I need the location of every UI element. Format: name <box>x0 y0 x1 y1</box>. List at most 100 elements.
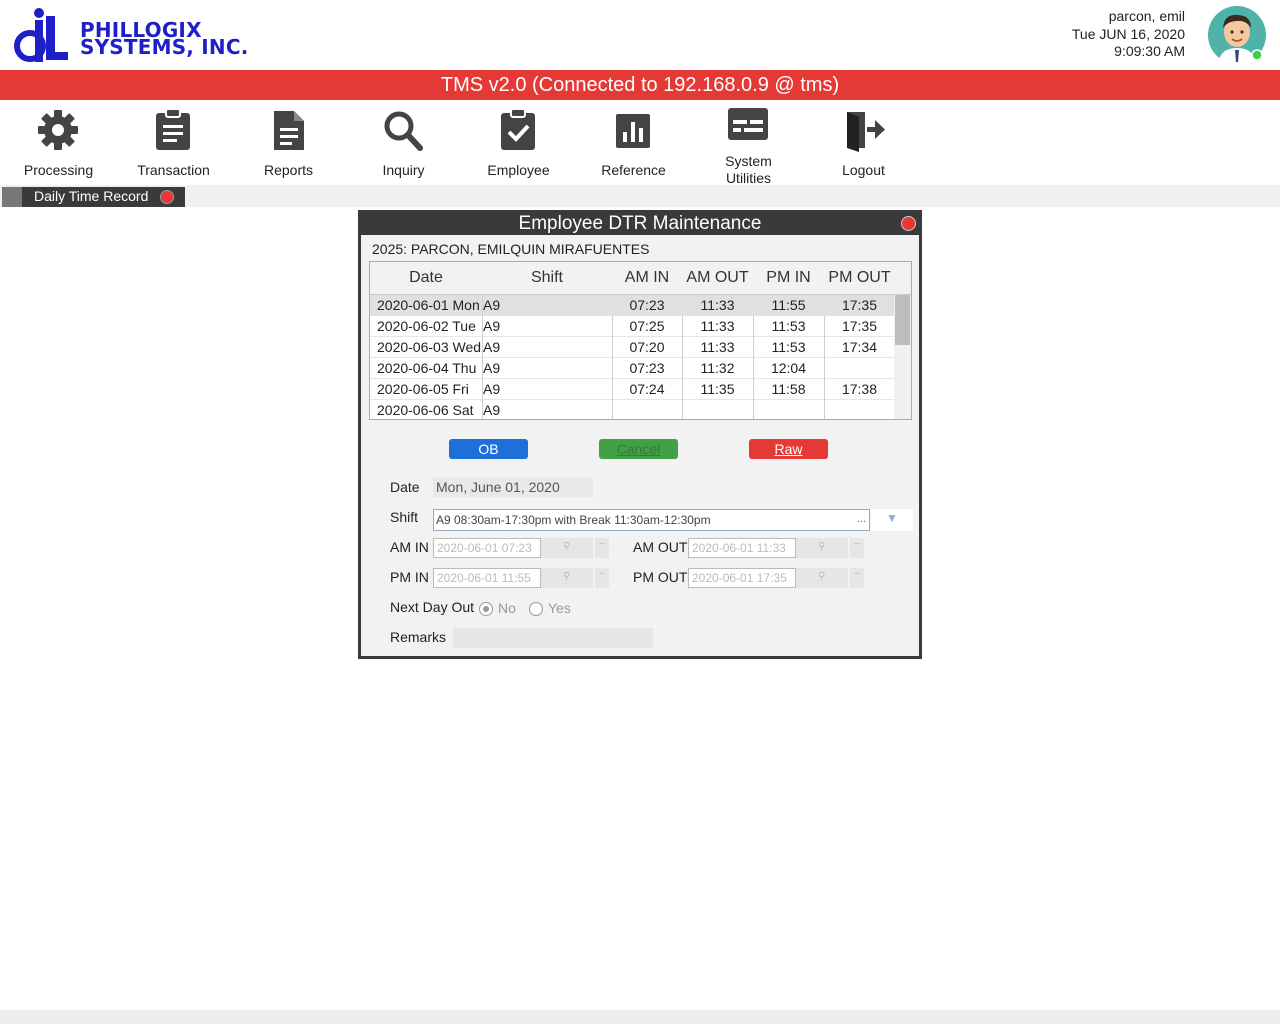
logo-mark-icon <box>14 8 68 62</box>
pm-out-picker[interactable]: ⚲ <box>796 568 848 588</box>
employee-dtr-dialog: Employee DTR Maintenance 2025: PARCON, E… <box>358 210 922 659</box>
raw-button[interactable]: Raw <box>749 439 828 459</box>
toolbar-label: Reports <box>263 162 314 178</box>
table-cell-shift: A9 <box>483 381 501 397</box>
user-info: parcon, emil Tue JUN 16, 2020 9:09:30 AM <box>1072 8 1185 61</box>
column-header[interactable]: Date <box>370 269 482 287</box>
table-cell-am-out: 11:33 <box>700 297 735 313</box>
next-day-yes-radio[interactable] <box>529 602 543 616</box>
toolbar-logout-button[interactable]: Logout <box>806 100 921 185</box>
dialog-title: Employee DTR Maintenance <box>361 213 919 235</box>
dtr-table: Date Shift AM IN AM OUT PM IN PM OUT 202… <box>369 261 912 420</box>
chevron-down-icon: ▼ <box>886 511 898 525</box>
table-cell-date: 2020-06-06 Sat <box>377 402 474 418</box>
table-cell-am-in: 07:23 <box>629 297 665 313</box>
table-row[interactable]: 2020-06-02 Tue A9 07:25 11:33 11:53 17:35 <box>370 316 894 337</box>
footer-bar <box>0 1010 1280 1024</box>
shift-dropdown[interactable]: ▼ <box>871 509 913 531</box>
toolbar-processing-button[interactable]: Processing <box>1 100 116 185</box>
shift-select[interactable]: A9 08:30am-17:30pm with Break 11:30am-12… <box>433 509 870 531</box>
cell-divider <box>824 358 825 379</box>
pm-in-picker[interactable]: ⚲ <box>541 568 593 588</box>
app-header: PHILLOGIX SYSTEMS, INC. parcon, emil Tue… <box>0 0 1280 70</box>
next-day-out-label: Next Day Out <box>390 599 475 615</box>
toolbar-reports-button[interactable]: Reports <box>231 100 346 185</box>
table-cell-am-out: 11:33 <box>700 339 735 355</box>
bar-chart-icon <box>616 114 650 148</box>
table-cell-shift: A9 <box>483 297 501 313</box>
column-header[interactable]: AM IN <box>612 269 682 287</box>
table-cell-date: 2020-06-03 Wed <box>377 339 482 355</box>
next-day-no-radio[interactable] <box>479 602 493 616</box>
pin-icon: ⚲ <box>563 571 571 582</box>
toolbar-reference-button[interactable]: Reference <box>576 100 691 185</box>
am-out-picker[interactable]: ⚲ <box>796 538 848 558</box>
am-in-picker[interactable]: ⚲ <box>541 538 593 558</box>
clipboard-check-icon <box>501 108 535 150</box>
close-icon[interactable] <box>160 190 174 204</box>
toolbar-label: Employee <box>487 162 550 178</box>
cell-divider <box>682 400 683 419</box>
date-field[interactable]: Mon, June 01, 2020 <box>433 477 593 497</box>
am-out-field[interactable]: 2020-06-01 11:33 <box>688 538 796 558</box>
tab-daily-time-record[interactable]: Daily Time Record <box>2 187 185 207</box>
remarks-input[interactable] <box>453 628 653 648</box>
exit-door-icon <box>847 112 885 152</box>
scrollbar-thumb[interactable] <box>895 295 910 345</box>
column-header[interactable]: AM OUT <box>682 269 753 287</box>
keyboard-icon <box>728 108 768 140</box>
table-cell-am-out: 11:33 <box>700 318 735 334</box>
current-time: 9:09:30 AM <box>1114 43 1185 59</box>
column-header[interactable]: PM IN <box>753 269 824 287</box>
user-name: parcon, emil <box>1108 8 1185 24</box>
column-header[interactable]: Shift <box>482 269 612 287</box>
pm-out-label: PM OUT <box>633 569 688 585</box>
pin-icon: ⚲ <box>818 571 826 582</box>
pm-in-clear[interactable]: – <box>595 568 609 588</box>
table-row[interactable]: 2020-06-05 Fri A9 07:24 11:35 11:58 17:38 <box>370 379 894 400</box>
am-in-label: AM IN <box>390 539 429 555</box>
toolbar-label: Reference <box>601 162 666 178</box>
toolbar-employee-button[interactable]: Employee <box>461 100 576 185</box>
table-row[interactable]: 2020-06-04 Thu A9 07:23 11:32 12:04 <box>370 358 894 379</box>
avatar[interactable] <box>1206 6 1268 64</box>
pm-out-field[interactable]: 2020-06-01 17:35 <box>688 568 796 588</box>
table-cell-am-in: 07:25 <box>629 318 665 334</box>
document-icon <box>274 111 304 150</box>
toolbar-label: Processing <box>23 162 94 178</box>
table-cell-pm-out: 17:34 <box>841 339 878 355</box>
table-cell-date: 2020-06-01 Mon <box>377 297 480 313</box>
am-out-clear[interactable]: – <box>850 538 864 558</box>
table-cell-pm-in: 11:53 <box>771 318 806 334</box>
table-row[interactable]: 2020-06-06 Sat A9 <box>370 400 894 419</box>
toolbar-system-utilities-button[interactable]: System Utilities <box>691 100 806 186</box>
main-toolbar: Processing Transaction Reports Inquiry E… <box>0 100 1280 186</box>
tab-label: Daily Time Record <box>34 188 149 204</box>
ob-button[interactable]: OB <box>449 439 528 459</box>
pm-in-label: PM IN <box>390 569 429 585</box>
close-icon[interactable] <box>901 216 916 231</box>
employee-name: 2025: PARCON, EMILQUIN MIRAFUENTES <box>372 241 650 257</box>
am-out-label: AM OUT <box>633 539 688 555</box>
table-cell-date: 2020-06-02 Tue <box>377 318 476 334</box>
table-cell-pm-out: 17:35 <box>841 318 878 334</box>
table-cell-date: 2020-06-05 Fri <box>377 381 469 397</box>
table-row[interactable]: 2020-06-01 Mon A9 07:23 11:33 11:55 17:35 <box>370 295 894 316</box>
table-cell-pm-out: 17:35 <box>841 297 878 313</box>
table-scrollbar[interactable] <box>894 295 911 419</box>
pin-icon: ⚲ <box>818 541 826 552</box>
table-row[interactable]: 2020-06-03 Wed A9 07:20 11:33 11:53 17:34 <box>370 337 894 358</box>
am-in-field[interactable]: 2020-06-01 07:23 <box>433 538 541 558</box>
toolbar-label: Logout <box>842 162 885 178</box>
column-header[interactable]: PM OUT <box>824 269 895 287</box>
toolbar-inquiry-button[interactable]: Inquiry <box>346 100 461 185</box>
table-cell-am-out: 11:32 <box>700 360 735 376</box>
toolbar-transaction-button[interactable]: Transaction <box>116 100 231 185</box>
pin-icon: ⚲ <box>563 541 571 552</box>
cancel-button[interactable]: Cancel <box>599 439 678 459</box>
table-header: Date Shift AM IN AM OUT PM IN PM OUT <box>370 262 911 295</box>
table-cell-pm-in: 12:04 <box>770 360 807 376</box>
pm-out-clear[interactable]: – <box>850 568 864 588</box>
am-in-clear[interactable]: – <box>595 538 609 558</box>
pm-in-field[interactable]: 2020-06-01 11:55 <box>433 568 541 588</box>
